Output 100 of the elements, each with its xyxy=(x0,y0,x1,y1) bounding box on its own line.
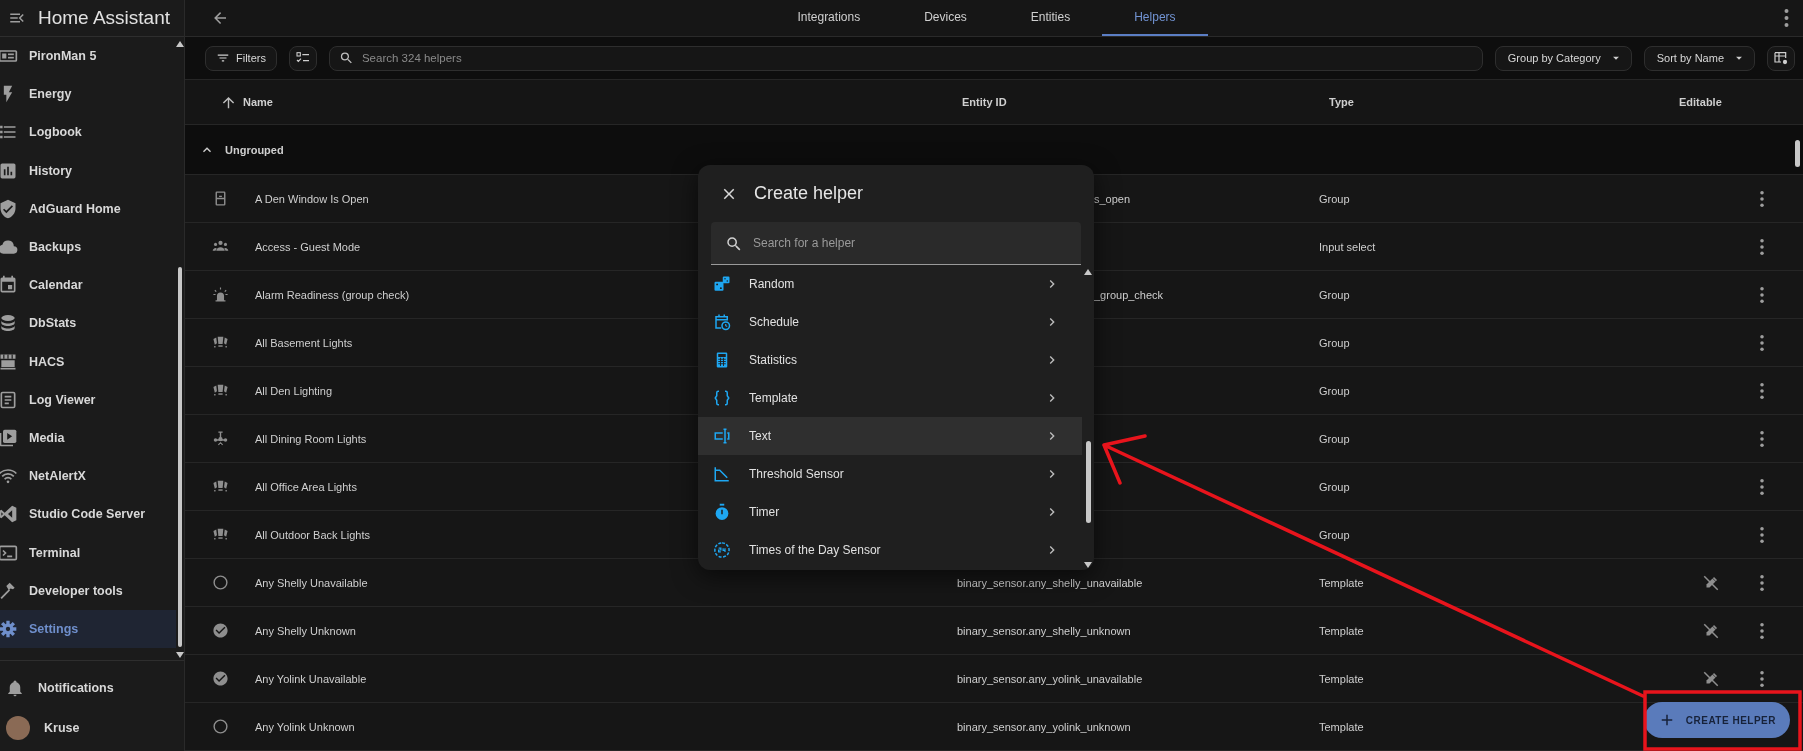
sidebar-item[interactable]: AdGuard Home xyxy=(0,189,176,228)
profile-item[interactable]: Kruse xyxy=(0,711,184,745)
more-icon xyxy=(1784,9,1789,27)
scroll-up-icon[interactable] xyxy=(176,41,184,47)
group-by-dropdown[interactable]: Group by Category xyxy=(1494,45,1632,71)
name-cell: Any Yolink Unknown xyxy=(255,720,355,733)
bell-icon xyxy=(6,679,24,697)
type-cell: Group xyxy=(1319,432,1350,445)
sidebar-item[interactable]: Backups xyxy=(0,227,176,267)
selection-mode-button[interactable] xyxy=(288,45,317,71)
column-header[interactable]: Name xyxy=(243,96,273,108)
avatar xyxy=(6,716,30,740)
clock-cycle-icon xyxy=(713,541,731,559)
search-icon xyxy=(725,234,743,253)
sidebar-item[interactable]: HACS xyxy=(0,342,176,381)
more-icon[interactable] xyxy=(1760,478,1764,495)
document-icon xyxy=(0,389,18,410)
more-icon[interactable] xyxy=(1760,334,1764,351)
name-cell: All Outdoor Back Lights xyxy=(255,528,370,541)
name-cell: All Den Lighting xyxy=(255,384,333,397)
sidebar-item[interactable]: NetAlertX xyxy=(0,457,176,496)
notifications-item[interactable]: Notifications xyxy=(0,671,184,705)
shield-icon xyxy=(0,198,18,219)
more-icon[interactable] xyxy=(1760,670,1764,687)
helper-list-item[interactable]: Statistics xyxy=(698,341,1082,379)
helper-list-item[interactable]: Text xyxy=(698,417,1082,455)
more-icon[interactable] xyxy=(1760,574,1764,591)
search-field[interactable]: Search for a helper xyxy=(711,222,1081,265)
tab[interactable]: Entities xyxy=(998,0,1103,36)
sidebar-item[interactable]: Studio Code Server xyxy=(0,495,176,534)
search-field[interactable]: Search 324 helpers xyxy=(328,45,1483,71)
more-icon[interactable] xyxy=(1760,430,1764,447)
column-header[interactable]: Editable xyxy=(1679,96,1722,108)
type-cell: Group xyxy=(1319,336,1350,349)
name-cell: All Dining Room Lights xyxy=(255,432,367,445)
sidebar-item[interactable]: Logbook xyxy=(0,113,176,152)
helper-list-item[interactable]: Timer xyxy=(698,493,1082,531)
scroll-up-icon[interactable] xyxy=(1084,269,1092,275)
chandelier-icon xyxy=(211,430,229,447)
helper-list-item[interactable]: Template xyxy=(698,379,1082,417)
name-cell: A Den Window Is Open xyxy=(255,192,369,205)
sidebar-item[interactable]: DbStats xyxy=(0,304,176,343)
table-gear-icon xyxy=(1773,50,1789,66)
dice-icon xyxy=(713,275,731,293)
entity-id-cell: binary_sensor.any_yolink_unknown xyxy=(957,720,1131,733)
column-header[interactable]: Entity ID xyxy=(957,96,1007,108)
sidebar-item[interactable]: Media xyxy=(0,418,176,458)
filters-button[interactable]: Filters xyxy=(205,45,277,71)
type-cell: Group xyxy=(1319,288,1350,301)
siren-icon xyxy=(211,286,229,303)
sidebar-item[interactable]: Log Viewer xyxy=(0,380,176,419)
more-icon[interactable] xyxy=(1760,238,1764,255)
tab[interactable]: Devices xyxy=(892,0,999,36)
group-label: Ungrouped xyxy=(225,143,284,156)
helper-list-item[interactable]: Threshold Sensor xyxy=(698,455,1082,493)
sort-dropdown[interactable]: Sort by Name xyxy=(1643,45,1755,71)
more-icon[interactable] xyxy=(1760,190,1764,207)
name-cell: Any Shelly Unavailable xyxy=(255,576,368,589)
graph-icon xyxy=(713,465,731,483)
scrollbar-thumb[interactable] xyxy=(1085,441,1091,523)
column-header[interactable]: Type xyxy=(1319,96,1354,108)
more-icon[interactable] xyxy=(1760,622,1764,639)
calendar-clock-icon xyxy=(713,313,731,331)
more-icon[interactable] xyxy=(1760,526,1764,543)
name-cell: Alarm Readiness (group check) xyxy=(255,288,410,301)
table-settings-button[interactable] xyxy=(1767,45,1795,71)
scrollbar-thumb[interactable] xyxy=(1795,140,1800,167)
scroll-down-icon[interactable] xyxy=(1084,562,1092,568)
sidebar-item[interactable]: Settings xyxy=(0,609,176,648)
sidebar-item[interactable]: Terminal xyxy=(0,533,176,572)
text-cursor-icon xyxy=(713,427,731,445)
name-cell: Access - Guest Mode xyxy=(255,240,361,253)
scroll-down-icon[interactable] xyxy=(176,652,184,658)
helper-list-item[interactable]: Times of the Day Sensor xyxy=(698,531,1082,569)
entity-id-cell-text: _group_check xyxy=(1093,288,1164,301)
app-title: Home Assistant xyxy=(38,7,170,29)
entity-id-cell: binary_sensor.any_shelly_unavailable xyxy=(957,576,1143,589)
tab[interactable]: Integrations xyxy=(765,0,893,36)
type-cell: Template xyxy=(1319,672,1364,685)
sidebar-item[interactable]: Calendar xyxy=(0,266,176,305)
helper-list-item[interactable]: Schedule xyxy=(698,303,1082,341)
more-icon[interactable] xyxy=(1760,286,1764,303)
settings-icon xyxy=(0,618,18,639)
hammer-icon xyxy=(0,580,18,601)
type-cell: Template xyxy=(1319,576,1364,589)
name-cell: Any Yolink Unavailable xyxy=(255,672,367,685)
search-icon xyxy=(338,50,354,66)
name-cell: All Office Area Lights xyxy=(255,480,357,493)
sidebar-item[interactable]: History xyxy=(0,151,176,190)
code-icon xyxy=(0,504,18,525)
scrollbar-thumb[interactable] xyxy=(178,266,182,647)
stopwatch-icon xyxy=(713,503,731,521)
helper-list-item[interactable]: Random xyxy=(698,265,1082,303)
name-cell: All Basement Lights xyxy=(255,336,353,349)
entity-id-cell: binary_sensor.any_shelly_unknown xyxy=(957,624,1131,637)
sidebar-item[interactable]: Developer tools xyxy=(0,571,176,610)
more-icon[interactable] xyxy=(1760,382,1764,399)
sidebar-item[interactable]: Energy xyxy=(0,75,176,114)
dialog-title: Create helper xyxy=(754,183,864,204)
sidebar-item[interactable]: PironMan 5 xyxy=(0,37,176,76)
